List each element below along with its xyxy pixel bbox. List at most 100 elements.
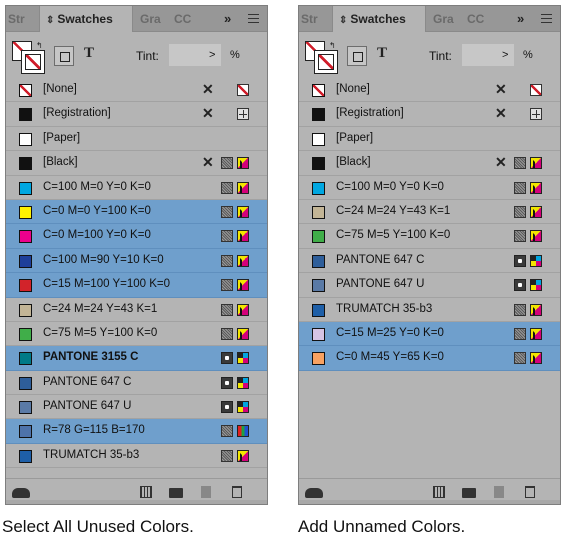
stroke-none-icon[interactable]: [21, 50, 45, 74]
cc-sync-icon[interactable]: [305, 488, 323, 498]
swatch-row[interactable]: PANTONE 647 C: [6, 371, 267, 396]
swatch-name: PANTONE 647 U: [43, 400, 132, 413]
tab-stroke[interactable]: Str: [8, 6, 38, 32]
swatch-row[interactable]: PANTONE 647 U: [299, 273, 560, 298]
swatch-row[interactable]: TRUMATCH 35-b3: [299, 298, 560, 322]
swatch-color-chip: [312, 205, 325, 219]
swatch-row[interactable]: PANTONE 3155 C: [6, 346, 267, 371]
delete-swatch-icon[interactable]: [232, 486, 242, 498]
more-panels-icon[interactable]: »: [517, 6, 537, 32]
swap-arrow-icon[interactable]: ↰: [36, 41, 43, 50]
swatch-color-chip: [19, 303, 32, 317]
new-swatch-icon[interactable]: [201, 486, 211, 498]
tab-gradient[interactable]: Gra: [140, 6, 166, 32]
panel-menu-button[interactable]: [248, 6, 264, 32]
formatting-text-icon[interactable]: T: [84, 45, 94, 62]
swatch-row[interactable]: [Registration] ✕: [6, 102, 267, 127]
tab-cc-libraries[interactable]: CC: [174, 6, 198, 32]
show-swatch-kinds-icon[interactable]: [433, 486, 445, 498]
swatch-row[interactable]: C=100 M=90 Y=10 K=0: [6, 248, 267, 274]
process-color-icon: [221, 230, 233, 243]
tab-gradient[interactable]: Gra: [433, 6, 459, 32]
more-panels-icon[interactable]: »: [224, 6, 244, 32]
hamburger-icon: [248, 14, 259, 23]
tab-swatches[interactable]: ⇕ Swatches: [39, 6, 133, 32]
cmyk-mode-icon: [237, 205, 249, 218]
process-color-icon: [221, 303, 233, 316]
panel-menu-button[interactable]: [541, 6, 557, 32]
process-color-icon: [221, 205, 233, 218]
swatch-row[interactable]: R=78 G=115 B=170: [6, 419, 267, 444]
swatch-row[interactable]: [None] ✕: [6, 78, 267, 103]
cmyk-mode-icon: [237, 254, 249, 267]
swatch-color-chip: [19, 157, 32, 171]
swap-arrow-icon[interactable]: ↰: [329, 41, 336, 50]
swatch-row[interactable]: [Black] ✕: [6, 151, 267, 176]
swatch-row[interactable]: C=100 M=0 Y=0 K=0: [299, 176, 560, 200]
new-color-group-icon[interactable]: [169, 488, 183, 498]
tab-stroke[interactable]: Str: [301, 6, 331, 32]
tint-slider-arrow-icon[interactable]: >: [209, 49, 215, 61]
tab-swatches-label: Swatches: [350, 12, 406, 26]
swatch-row[interactable]: C=100 M=0 Y=0 K=0: [6, 176, 267, 200]
tab-cc-libraries[interactable]: CC: [467, 6, 491, 32]
swatch-row[interactable]: C=75 M=5 Y=100 K=0: [6, 322, 267, 347]
swatch-row[interactable]: [Registration] ✕: [299, 102, 560, 127]
swatch-row[interactable]: C=24 M=24 Y=43 K=1: [6, 298, 267, 322]
swatch-row[interactable]: TRUMATCH 35-b3: [6, 444, 267, 469]
swatch-row[interactable]: C=75 M=5 Y=100 K=0: [299, 224, 560, 249]
process-color-icon: [514, 327, 526, 340]
swatch-name: C=75 M=5 Y=100 K=0: [43, 326, 158, 339]
tab-swatches-label: Swatches: [57, 12, 113, 26]
cmyk-mode-icon: [530, 205, 542, 218]
swatch-row[interactable]: C=15 M=25 Y=0 K=0: [299, 321, 560, 347]
swatch-color-chip: [19, 279, 32, 293]
swatch-row[interactable]: C=24 M=24 Y=43 K=1: [299, 200, 560, 225]
swatch-name: TRUMATCH 35-b3: [336, 302, 433, 315]
new-swatch-icon[interactable]: [494, 486, 504, 498]
swatch-row[interactable]: [Paper]: [299, 127, 560, 152]
new-color-group-icon[interactable]: [462, 488, 476, 498]
swatch-color-chip: [19, 449, 32, 463]
swatch-name: C=24 M=24 Y=43 K=1: [336, 204, 451, 217]
spot-color-icon: [514, 254, 526, 267]
show-swatch-kinds-icon[interactable]: [140, 486, 152, 498]
swatch-name: [Black]: [336, 156, 371, 169]
formatting-container-icon[interactable]: [54, 46, 74, 66]
resize-grip[interactable]: [6, 500, 267, 504]
cmyk-mode-icon: [237, 230, 249, 243]
swatch-row[interactable]: PANTONE 647 C: [299, 249, 560, 274]
fill-stroke-selector[interactable]: ↰: [305, 41, 338, 74]
swatch-row[interactable]: [Paper]: [6, 127, 267, 152]
cmyk-mode-icon: [530, 303, 542, 316]
swatch-row[interactable]: C=0 M=100 Y=0 K=0: [6, 224, 267, 249]
fill-stroke-selector[interactable]: ↰: [12, 41, 45, 74]
tab-swatches[interactable]: ⇕ Swatches: [332, 6, 426, 32]
swatch-name: [Paper]: [43, 131, 81, 144]
swatch-row[interactable]: PANTONE 647 U: [6, 395, 267, 420]
swatch-row[interactable]: [None] ✕: [299, 78, 560, 103]
x-scissors-icon: ✕: [495, 154, 507, 171]
swatch-name: [Registration]: [336, 107, 404, 120]
cmyk-mode-icon: [530, 279, 542, 292]
formatting-container-icon[interactable]: [347, 46, 367, 66]
swatch-color-chip: [312, 254, 325, 268]
cmyk-mode-icon: [530, 181, 542, 194]
swatch-row[interactable]: [Black] ✕: [299, 151, 560, 176]
formatting-text-icon[interactable]: T: [377, 45, 387, 62]
swatch-row[interactable]: C=0 M=0 Y=100 K=0: [6, 199, 267, 225]
cmyk-mode-icon: [530, 254, 542, 267]
delete-swatch-icon[interactable]: [525, 486, 535, 498]
stroke-none-icon[interactable]: [314, 50, 338, 74]
swatch-toolbar: ↰ T Tint: > %: [6, 36, 267, 76]
tint-percent: %: [523, 49, 533, 61]
cc-sync-icon[interactable]: [12, 488, 30, 498]
process-color-icon: [221, 157, 233, 170]
resize-grip[interactable]: [299, 500, 560, 504]
swatch-row[interactable]: C=0 M=45 Y=65 K=0: [299, 346, 560, 371]
x-scissors-icon: ✕: [202, 154, 214, 171]
tint-slider-arrow-icon[interactable]: >: [502, 49, 508, 61]
tint-label: Tint:: [429, 49, 452, 63]
swatch-color-chip: [312, 303, 325, 317]
swatch-row[interactable]: C=15 M=100 Y=100 K=0: [6, 273, 267, 298]
